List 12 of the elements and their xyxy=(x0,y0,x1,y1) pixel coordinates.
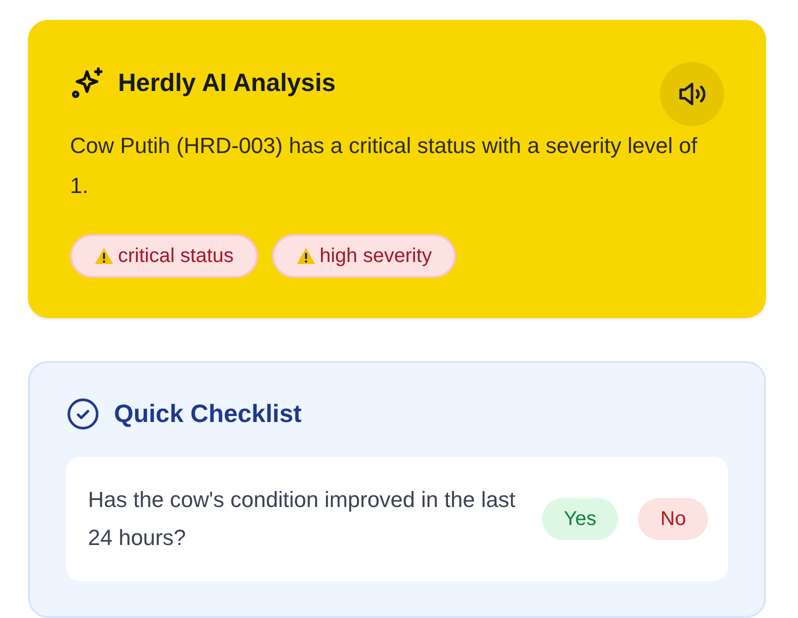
status-tag: critical status xyxy=(70,234,258,278)
checklist-title: Quick Checklist xyxy=(114,400,302,428)
checklist-question: Has the cow's condition improved in the last 24 hours? xyxy=(88,486,516,552)
answer-button[interactable]: No xyxy=(638,498,708,540)
analysis-title: Herdly AI Analysis xyxy=(118,68,336,98)
answer-button[interactable]: Yes xyxy=(542,498,618,540)
warning-icon xyxy=(296,247,316,265)
check-circle-icon xyxy=(66,397,100,431)
warning-icon xyxy=(94,247,114,265)
status-tag: high severity xyxy=(272,234,456,278)
analysis-summary: Cow Putih (HRD-003) has a critical status with a severity level of 1. xyxy=(70,132,698,200)
sparkles-icon xyxy=(70,66,104,100)
